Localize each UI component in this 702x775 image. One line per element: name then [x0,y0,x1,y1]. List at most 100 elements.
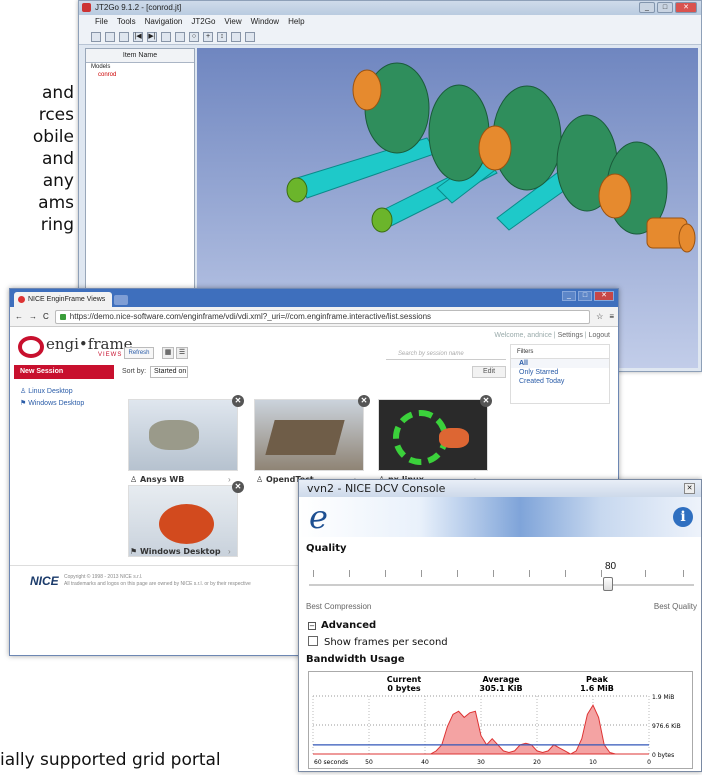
y-tick-label: 0 bytes [652,752,674,759]
minimize-button[interactable]: _ [562,291,576,301]
bandwidth-chart-svg: Current 0 bytes Average 305.1 KiB Peak 1… [312,675,681,766]
save-icon[interactable] [105,31,115,42]
dcv-logo: e [309,498,328,536]
tree-item-models[interactable]: Models [86,63,194,71]
dcv-console-window: vvn2 - NICE DCV Console ✕ e i Quality 80 … [298,479,702,772]
session-label-windows-desktop: ⚑ Windows Desktop [130,547,221,556]
close-button[interactable]: ✕ [675,2,697,13]
stat-average-label: Average [482,675,520,684]
refresh-button[interactable]: Refresh [124,347,154,359]
star-icon[interactable]: ☆ [596,312,603,321]
x-tick-label: 40 [421,759,429,766]
pan-icon[interactable]: + [203,31,213,42]
filter-all[interactable]: All [511,359,609,368]
sort-label: Sort by: [122,368,147,375]
jt2go-titlebar: JT2Go 9.1.2 - [conrod.jt] _ □ ✕ [79,1,701,15]
fit-icon[interactable] [175,31,185,42]
sort-select[interactable]: Started on [150,366,188,378]
chevron-right-icon[interactable]: › [228,475,231,484]
filters-panel: Filters All Only Starred Created Today [510,344,610,404]
toolbar: |◀ ▶| ○ + ↕ [79,29,701,45]
new-session-header[interactable]: New Session [14,365,114,379]
menubar: File Tools Navigation JT2Go View Window … [79,15,701,29]
tree-item-conrod[interactable]: conrod [86,71,194,79]
settings-link[interactable]: Settings [558,332,583,339]
last-icon[interactable]: ▶| [147,31,157,42]
app-icon [82,3,91,12]
url-input[interactable]: https://demo.nice-software.com/enginfram… [54,309,591,324]
chevron-right-icon[interactable]: › [228,547,231,556]
show-fps-checkbox[interactable]: Show frames per second [308,636,448,648]
address-bar: ← → C https://demo.nice-software.com/engin… [10,307,618,327]
search-input[interactable]: Search by session name [386,348,506,360]
browser-tab[interactable]: NICE EnginFrame Views [14,292,112,307]
bandwidth-label: Bandwidth Usage [306,654,405,665]
zoom-icon[interactable]: ↕ [217,31,227,42]
reload-icon[interactable]: C [43,312,49,321]
stat-current-label: Current [387,675,422,684]
x-tick-label: 30 [477,759,485,766]
measure-icon[interactable] [245,31,255,42]
menu-jt2go[interactable]: JT2Go [191,15,215,29]
session-label-ansys: ♙ Ansys WB [130,475,185,484]
session-thumbnail-ansys[interactable] [128,399,238,471]
y-tick-label: 976.6 KiB [652,723,681,730]
display-icon[interactable] [231,31,241,42]
maximize-button[interactable]: □ [578,291,592,301]
collapse-icon: − [308,622,316,630]
open-icon[interactable] [91,31,101,42]
x-tick-label: 50 [365,759,373,766]
menu-navigation[interactable]: Navigation [145,15,183,29]
menu-tools[interactable]: Tools [117,15,136,29]
nice-logo: NICE [30,574,59,588]
advanced-toggle[interactable]: − Advanced [308,620,376,631]
print-icon[interactable] [119,31,129,42]
enginframe-logo: engi•frame VIEWS [18,333,133,363]
close-session-icon[interactable]: ✕ [480,395,492,407]
x-tick-label: 60 seconds [314,759,348,766]
new-tab-button[interactable] [114,295,128,305]
session-thumbnail-nx-linux[interactable] [378,399,488,471]
logout-link[interactable]: Logout [589,332,610,339]
session-thumbnail-opendtect[interactable] [254,399,364,471]
close-button[interactable]: ✕ [684,483,695,494]
close-button[interactable]: ✕ [594,291,614,301]
checkbox-icon[interactable] [308,636,318,646]
slider-thumb[interactable] [603,577,613,591]
first-icon[interactable]: |◀ [133,31,143,42]
windows-desktop-link[interactable]: ⚑ Windows Desktop [20,399,84,407]
stat-peak-value: 1.6 MiB [580,684,614,693]
menu-view[interactable]: View [224,15,241,29]
close-session-icon[interactable]: ✕ [232,395,244,407]
close-session-icon[interactable]: ✕ [232,481,244,493]
maximize-button[interactable]: □ [657,2,673,13]
best-quality-label: Best Quality [653,602,697,611]
forward-icon[interactable]: → [29,312,37,321]
menu-window[interactable]: Window [251,15,279,29]
edit-button[interactable]: Edit [472,366,506,378]
filter-created-today[interactable]: Created Today [511,377,609,386]
menu-help[interactable]: Help [288,15,304,29]
logo-circle-icon [18,336,44,358]
grid-view-icon[interactable]: ▦ [162,347,174,359]
dcv-banner: e i [299,497,701,537]
filter-only-starred[interactable]: Only Starred [511,368,609,377]
quality-value: 80 [605,561,617,572]
quality-label: Quality [306,543,347,554]
background-bottom-text: ially supported grid portal [0,750,221,770]
minimize-button[interactable]: _ [639,2,655,13]
rotate-icon[interactable]: ○ [189,31,199,42]
linux-desktop-link[interactable]: ♙ Linux Desktop [20,387,73,395]
tab-strip: NICE EnginFrame Views _ □ ✕ [10,289,618,307]
stat-peak-label: Peak [586,675,609,684]
filters-header: Filters [511,345,609,359]
info-icon[interactable]: i [673,507,693,527]
list-view-icon[interactable]: ☰ [176,347,188,359]
menu-icon[interactable]: ≡ [609,312,618,321]
dcv-titlebar: vvn2 - NICE DCV Console ✕ [299,480,701,497]
back-icon[interactable]: ← [15,312,23,321]
menu-file[interactable]: File [95,15,108,29]
close-session-icon[interactable]: ✕ [358,395,370,407]
x-tick-label: 20 [533,759,541,766]
view-icon[interactable] [161,31,171,42]
